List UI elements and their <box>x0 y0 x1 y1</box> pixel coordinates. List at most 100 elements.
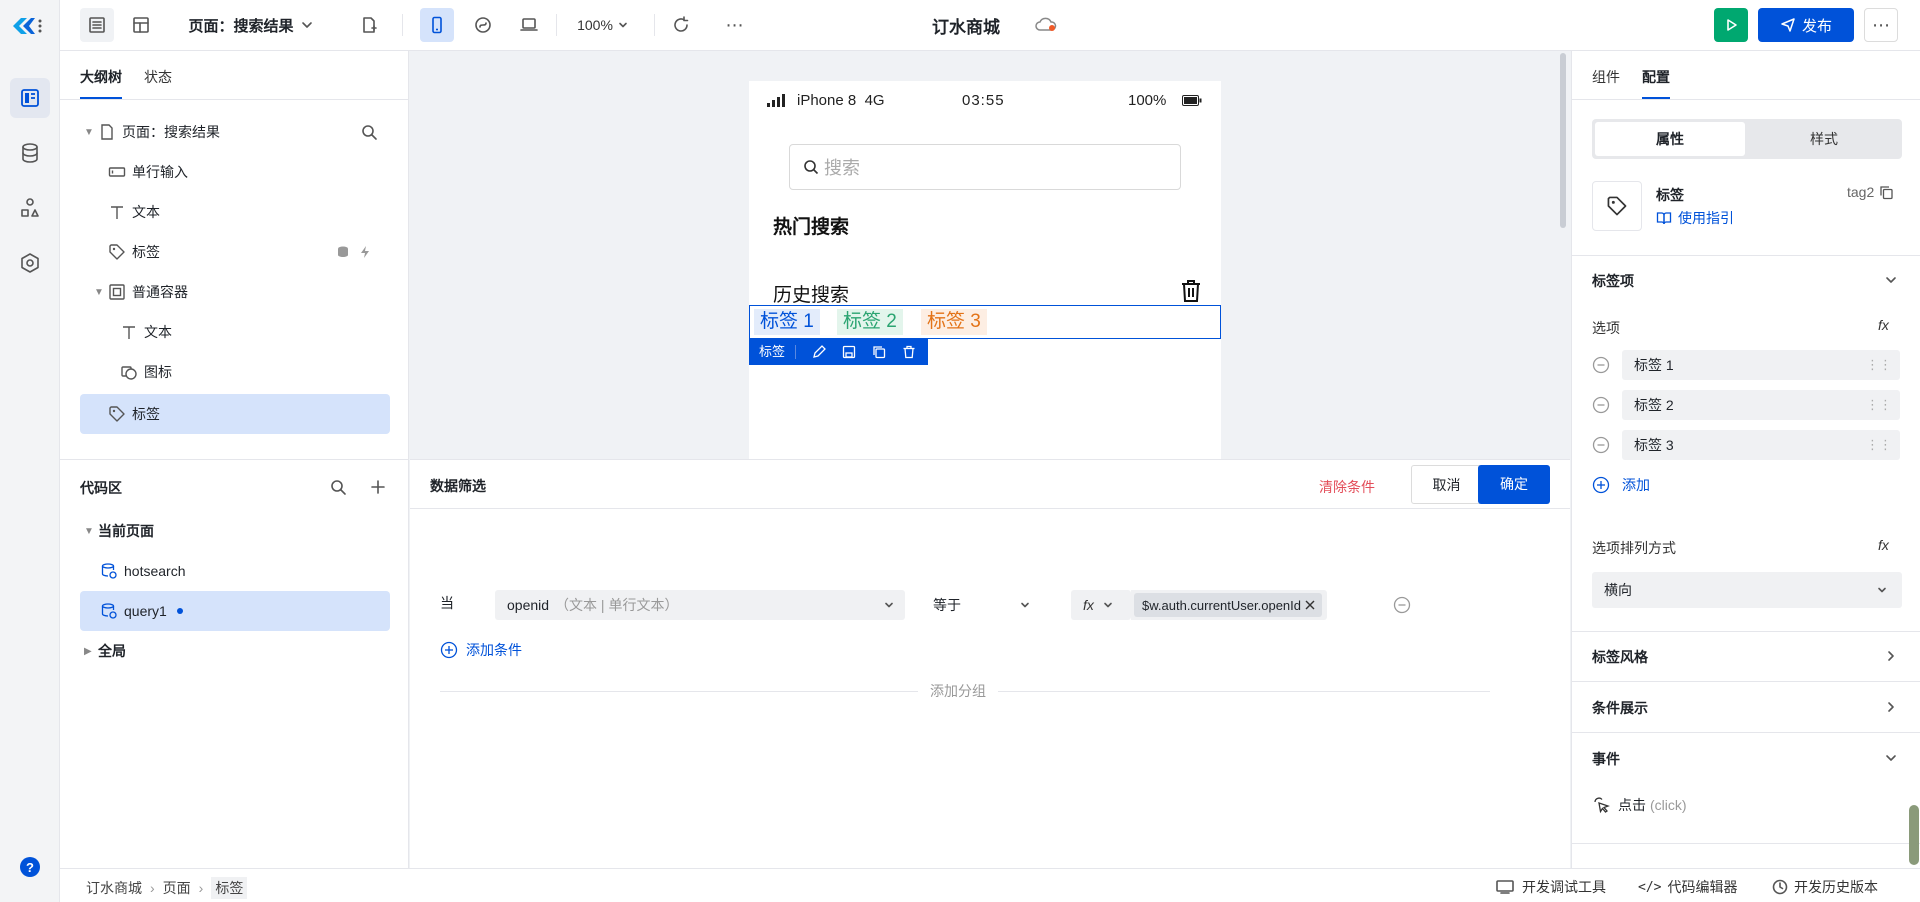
tab-config[interactable]: 配置 <box>1642 67 1670 99</box>
arrange-select[interactable]: 横向 <box>1592 572 1902 608</box>
caret-down-icon[interactable]: ▼ <box>80 127 98 138</box>
remove-option-icon[interactable] <box>1592 396 1610 414</box>
chevron-right-icon[interactable] <box>1884 700 1898 714</box>
outline-nav-icon[interactable] <box>10 78 50 118</box>
query-item-hotsearch[interactable]: hotsearch <box>80 551 390 591</box>
field-select[interactable]: openid （文本 | 单行文本） <box>495 590 905 620</box>
chevron-right-icon[interactable] <box>1884 649 1898 663</box>
fx-icon[interactable]: fx <box>1878 537 1889 553</box>
search-icon[interactable] <box>329 478 347 496</box>
tree-item-text[interactable]: 文本 <box>80 192 390 232</box>
desktop-view-icon[interactable] <box>512 8 546 42</box>
mini-program-view-icon[interactable] <box>466 8 500 42</box>
code-editor-button[interactable]: </> 代码编辑器 <box>1638 877 1737 897</box>
page-list-icon[interactable] <box>80 8 114 42</box>
tree-global[interactable]: ▶ 全局 <box>80 631 390 671</box>
section-conditional-display[interactable]: 条件展示 <box>1592 698 1648 718</box>
cloud-sync-icon[interactable] <box>1035 16 1057 34</box>
tree-item-icon[interactable]: 图标 <box>80 352 390 392</box>
add-page-icon[interactable] <box>352 8 386 42</box>
section-events[interactable]: 事件 <box>1592 749 1620 769</box>
app-logo-icon[interactable] <box>10 14 44 38</box>
history-button[interactable]: 开发历史版本 <box>1772 877 1878 897</box>
breadcrumb-component[interactable]: 标签 <box>211 877 248 899</box>
fx-toggle[interactable]: fx <box>1071 590 1131 620</box>
tree-item-container[interactable]: ▼ 普通容器 <box>80 272 390 312</box>
tree-item-text[interactable]: 文本 <box>80 312 390 352</box>
tab-state[interactable]: 状态 <box>144 67 172 99</box>
seg-properties[interactable]: 属性 <box>1595 122 1745 156</box>
remove-option-icon[interactable] <box>1592 436 1610 454</box>
option-input[interactable]: 标签 3 ⋮⋮ <box>1622 430 1900 460</box>
preview-button[interactable] <box>1714 8 1748 42</box>
save-icon[interactable] <box>842 345 856 359</box>
option-input[interactable]: 标签 1 ⋮⋮ <box>1622 350 1900 380</box>
tree-item-input[interactable]: 单行输入 <box>80 152 390 192</box>
clear-conditions-link[interactable]: 清除条件 <box>1319 477 1375 497</box>
remove-option-icon[interactable] <box>1592 356 1610 374</box>
event-click-item[interactable]: 点击 (click) <box>1592 795 1687 815</box>
confirm-button[interactable]: 确定 <box>1478 465 1550 504</box>
drag-handle-icon[interactable]: ⋮⋮ <box>1866 357 1892 373</box>
tree-current-page[interactable]: ▼ 当前页面 <box>80 511 390 551</box>
chevron-down-icon <box>619 22 627 28</box>
value-field[interactable]: $w.auth.currentUser.openId <box>1131 590 1327 620</box>
drag-handle-icon[interactable]: ⋮⋮ <box>1866 437 1892 453</box>
add-group-link[interactable]: 添加分组 <box>918 681 998 701</box>
caret-down-icon[interactable]: ▼ <box>94 287 108 298</box>
tag-group-selected[interactable]: 标签 1 标签 2 标签 3 <box>749 305 1221 339</box>
components-nav-icon[interactable] <box>10 188 50 228</box>
remove-condition-icon[interactable] <box>1393 596 1411 614</box>
close-icon[interactable] <box>1304 599 1316 611</box>
tag-2[interactable]: 标签 2 <box>837 309 903 335</box>
settings-nav-icon[interactable] <box>10 243 50 283</box>
tree-item-tag[interactable]: 标签 <box>80 232 390 272</box>
devtools-button[interactable]: 开发调试工具 <box>1496 877 1606 897</box>
zoom-selector[interactable]: 100% <box>568 8 638 42</box>
operator-select[interactable]: 等于 <box>923 590 1043 620</box>
more-menu-icon[interactable]: ⋯ <box>1864 8 1898 42</box>
add-option-link[interactable]: 添加 <box>1592 475 1650 495</box>
more-icon[interactable]: ⋯ <box>718 8 752 42</box>
usage-guide-link[interactable]: 使用指引 <box>1656 208 1734 228</box>
mobile-view-icon[interactable] <box>420 8 454 42</box>
breadcrumb-page[interactable]: 页面 <box>163 878 191 898</box>
expression-chip[interactable]: $w.auth.currentUser.openId <box>1134 593 1322 617</box>
query-item-query1[interactable]: query1 <box>80 591 390 631</box>
panel-scroll-indicator[interactable] <box>1909 805 1919 865</box>
copy-icon[interactable] <box>1879 185 1894 200</box>
refresh-icon[interactable] <box>664 8 698 42</box>
fx-icon[interactable]: fx <box>1878 317 1889 333</box>
delete-icon[interactable] <box>902 345 916 359</box>
edit-icon[interactable] <box>812 345 826 359</box>
tab-outline[interactable]: 大纲树 <box>80 67 122 99</box>
add-condition-link[interactable]: 添加条件 <box>440 640 522 660</box>
section-tag-style[interactable]: 标签风格 <box>1592 647 1648 667</box>
chevron-down-icon[interactable] <box>1884 273 1898 287</box>
seg-style[interactable]: 样式 <box>1749 122 1899 156</box>
section-tag-items[interactable]: 标签项 <box>1592 271 1634 291</box>
chevron-down-icon[interactable] <box>1884 751 1898 765</box>
trash-icon[interactable] <box>1179 278 1203 304</box>
option-input[interactable]: 标签 2 ⋮⋮ <box>1622 390 1900 420</box>
search-icon[interactable] <box>360 123 378 141</box>
page-selector[interactable]: 页面：搜索结果 <box>186 8 316 42</box>
copy-icon[interactable] <box>872 345 886 359</box>
layout-icon[interactable] <box>124 8 158 42</box>
tree-item-tag-selected[interactable]: 标签 <box>80 394 390 434</box>
add-icon[interactable] <box>370 479 386 495</box>
tree-item-page[interactable]: ▼ 页面：搜索结果 <box>80 112 390 152</box>
search-input[interactable]: 搜索 <box>789 144 1181 190</box>
cancel-button[interactable]: 取消 <box>1411 465 1482 504</box>
publish-button[interactable]: 发布 <box>1758 8 1854 42</box>
tag-3[interactable]: 标签 3 <box>921 309 987 335</box>
help-icon[interactable]: ? <box>20 857 40 877</box>
breadcrumb-app[interactable]: 订水商城 <box>86 878 142 898</box>
caret-down-icon[interactable]: ▼ <box>80 526 98 537</box>
drag-handle-icon[interactable]: ⋮⋮ <box>1866 397 1892 413</box>
caret-right-icon[interactable]: ▶ <box>80 646 98 657</box>
database-nav-icon[interactable] <box>10 133 50 173</box>
tag-1[interactable]: 标签 1 <box>754 309 820 335</box>
tab-components[interactable]: 组件 <box>1592 67 1620 99</box>
canvas-scrollbar[interactable] <box>1560 53 1566 228</box>
